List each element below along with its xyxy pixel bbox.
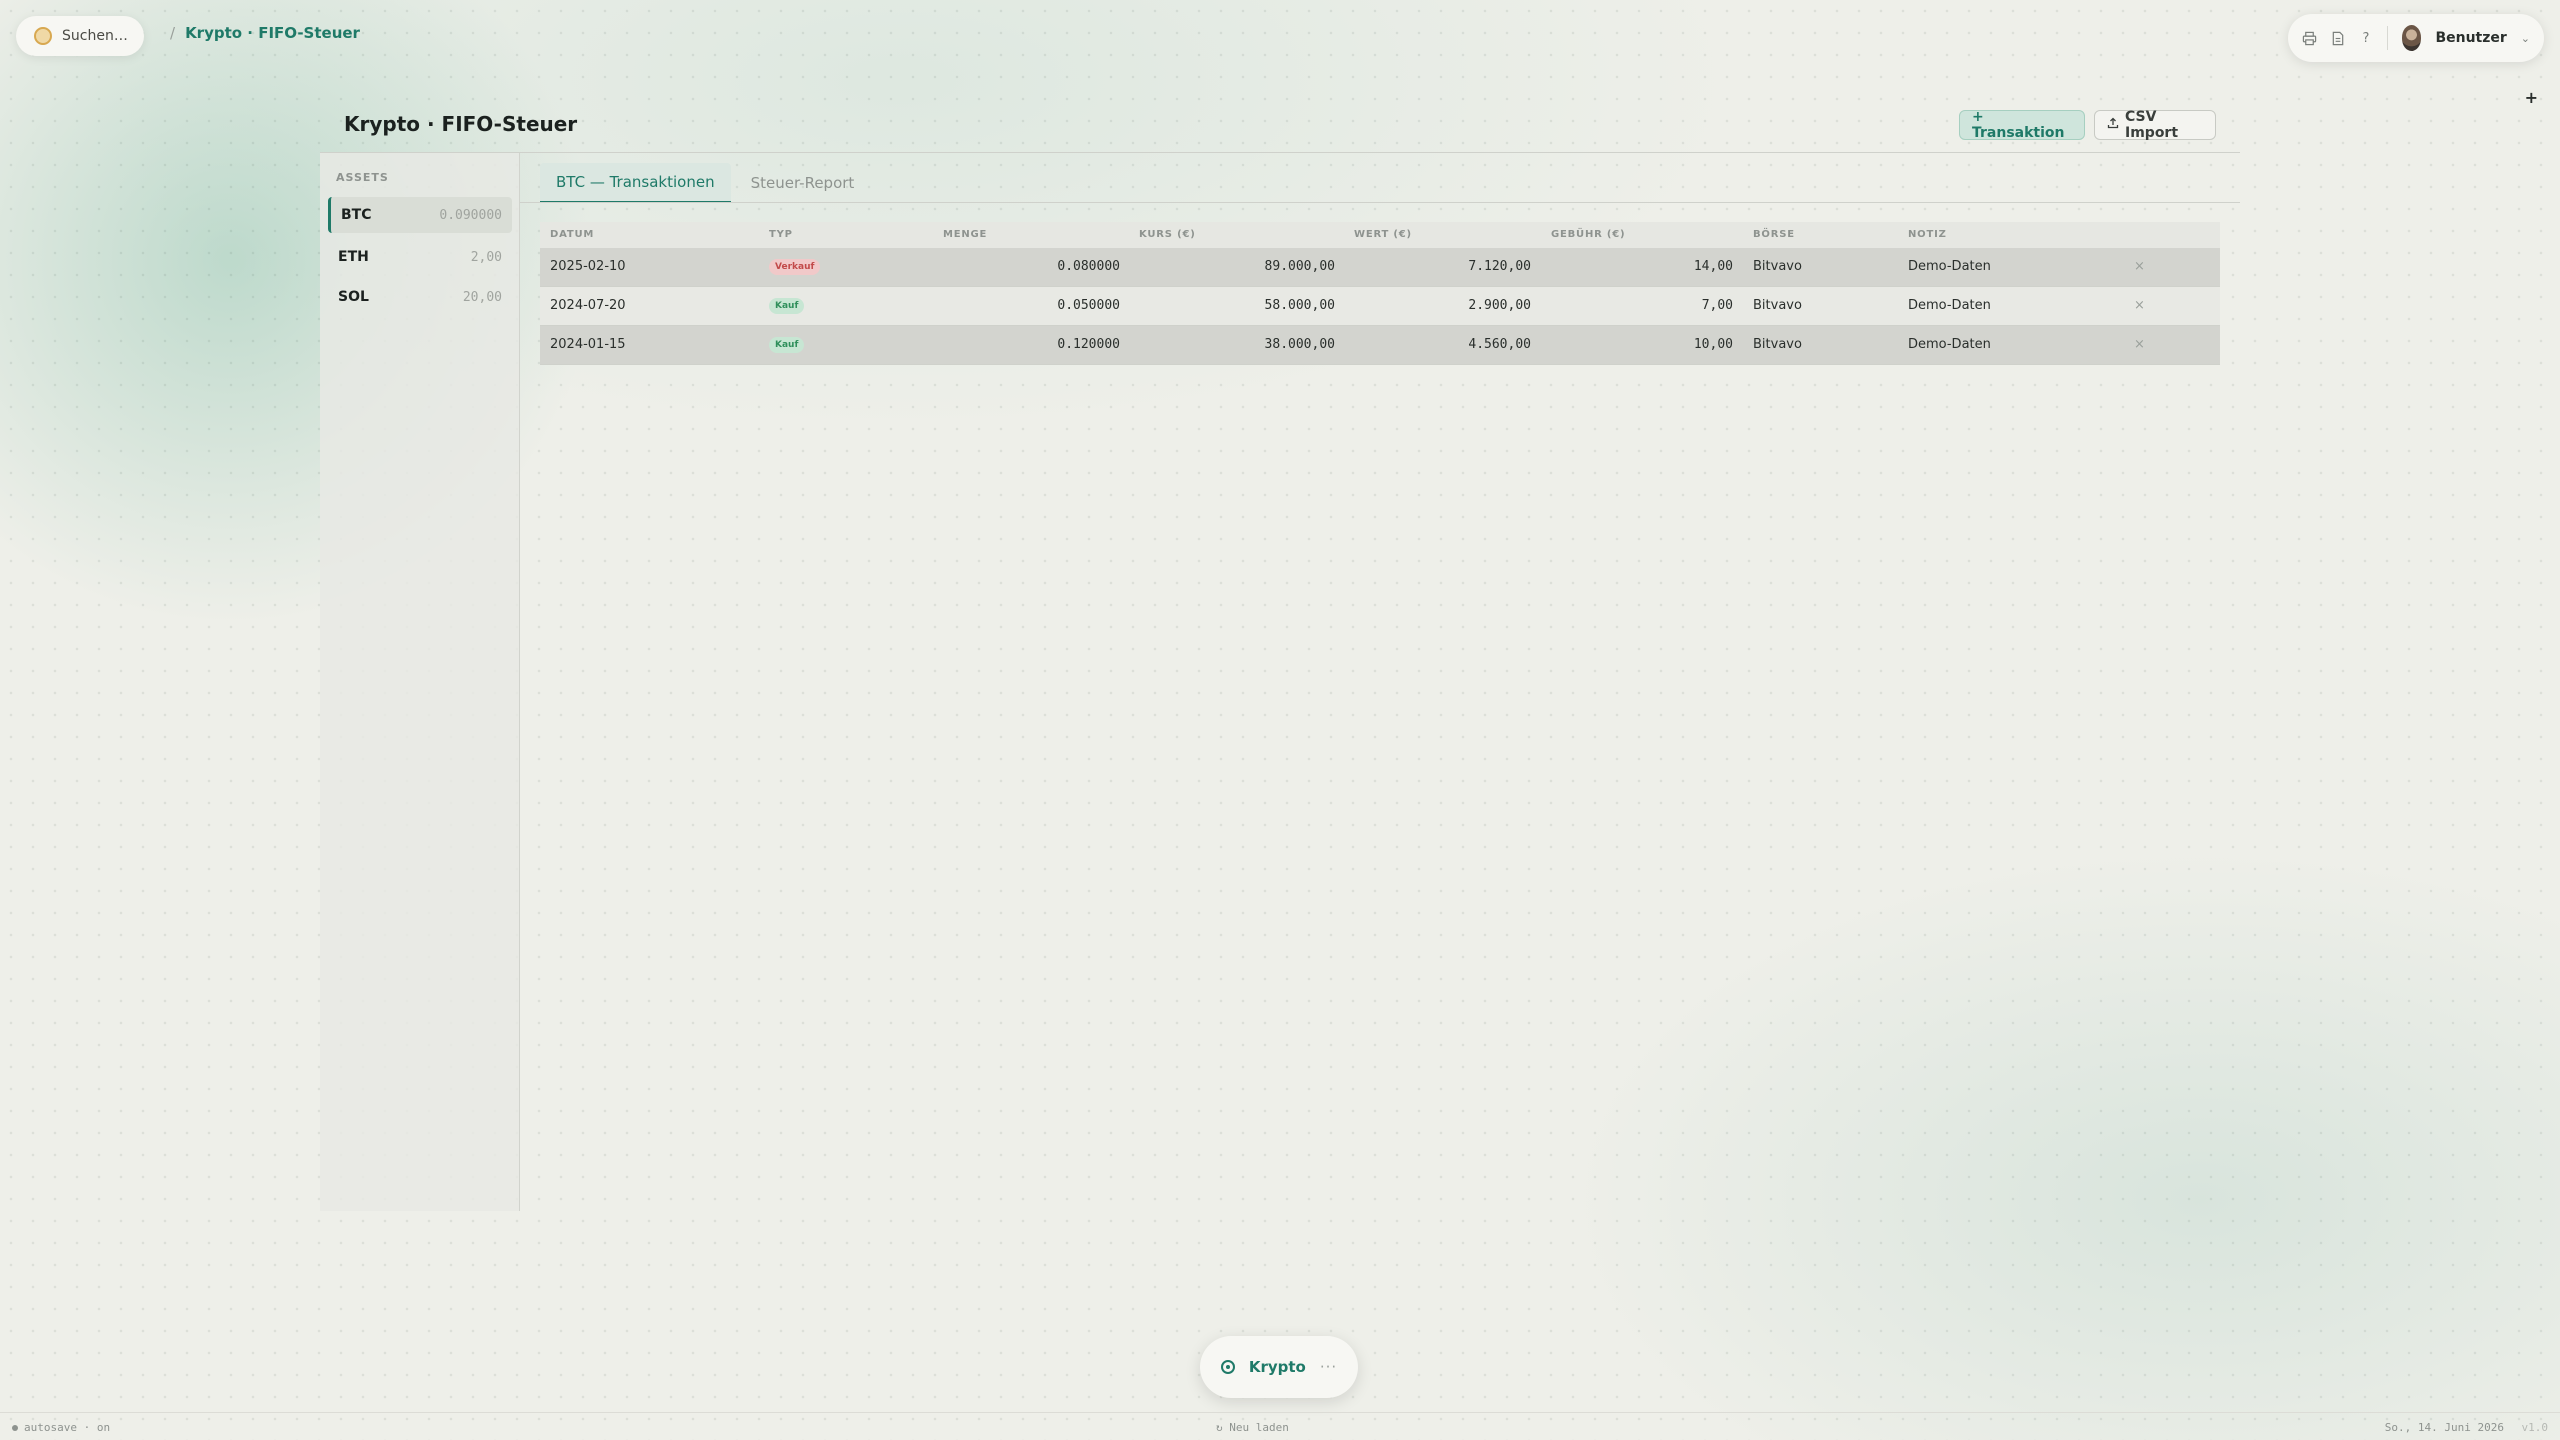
cell-gebuehr: 10,00 — [1693, 337, 1733, 352]
cell-boerse: Bitvavo — [1753, 337, 1802, 352]
csv-import-label: CSV Import — [2125, 109, 2179, 141]
cell-menge: 0.050000 — [1057, 298, 1120, 313]
cell-wert: 4.560,00 — [1468, 337, 1531, 352]
transactions-table: DATUM TYP MENGE KURS (€) WERT (€) GEBÜHR… — [540, 222, 2220, 365]
column-header-notiz: NOTIZ — [1908, 229, 1947, 240]
column-header-menge: MENGE — [943, 229, 988, 240]
csv-import-button[interactable]: CSV Import — [2094, 109, 2216, 141]
page-title: Krypto · FIFO-Steuer — [344, 112, 578, 136]
crypto-app-icon — [1220, 1360, 1235, 1374]
status-date: So., 14. Juni 2026 — [2384, 1421, 2504, 1434]
column-header-typ: TYP — [769, 229, 793, 240]
cell-typ: Verkauf — [769, 248, 821, 286]
toolbar-divider — [2386, 26, 2388, 50]
dock-label[interactable]: Krypto — [1249, 1358, 1306, 1376]
add-transaction-label: + Transaktion — [1972, 109, 2065, 141]
cell-wert: 7.120,00 — [1468, 259, 1531, 274]
status-bar: autosave · on ↻ Neu laden So., 14. Juni … — [0, 1412, 2560, 1440]
cell-notiz: Demo-Daten — [1908, 337, 1991, 352]
search-label: Suchen… — [62, 28, 128, 44]
cell-datum: 2024-07-20 — [550, 298, 626, 313]
table-row[interactable]: 2024-01-15 Kauf 0.120000 38.000,00 4.560… — [540, 326, 2220, 365]
cell-wert: 2.900,00 — [1468, 298, 1531, 313]
table-header: DATUM TYP MENGE KURS (€) WERT (€) GEBÜHR… — [540, 222, 2220, 248]
column-header-wert: WERT (€) — [1354, 229, 1412, 240]
cell-typ: Kauf — [769, 287, 805, 325]
column-header-gebuehr: GEBÜHR (€) — [1551, 229, 1626, 240]
column-header-boerse: BÖRSE — [1753, 229, 1795, 240]
table-row[interactable]: 2025-02-10 Verkauf 0.080000 89.000,00 7.… — [540, 248, 2220, 287]
delete-row-button[interactable]: × — [2134, 326, 2145, 364]
cell-menge: 0.080000 — [1057, 259, 1120, 274]
sidebar-item-btc[interactable]: BTC 0.090000 — [328, 197, 512, 233]
autosave-status: autosave · on — [12, 1421, 110, 1434]
status-dot-icon — [12, 1424, 18, 1431]
asset-amount: 20,00 — [462, 289, 502, 305]
status-version: v1.0 — [2521, 1421, 2549, 1434]
cell-notiz: Demo-Daten — [1908, 259, 1991, 274]
search-button[interactable]: Suchen… — [16, 16, 144, 56]
asset-amount: 0.090000 — [439, 207, 502, 223]
type-badge-sell: Verkauf — [769, 258, 821, 275]
breadcrumb-current[interactable]: Krypto · FIFO-Steuer — [185, 24, 360, 42]
asset-symbol: ETH — [338, 249, 369, 265]
autosave-label: autosave · on — [24, 1421, 111, 1434]
cell-boerse: Bitvavo — [1753, 259, 1802, 274]
table-row[interactable]: 2024-07-20 Kauf 0.050000 58.000,00 2.900… — [540, 287, 2220, 326]
tabs-divider — [520, 202, 2240, 203]
breadcrumb: / Krypto · FIFO-Steuer — [170, 24, 360, 42]
cell-typ: Kauf — [769, 326, 805, 364]
cell-kurs: 38.000,00 — [1264, 337, 1335, 352]
column-header-datum: DATUM — [550, 229, 595, 240]
more-icon[interactable]: ··· — [1320, 1358, 1337, 1376]
cell-boerse: Bitvavo — [1753, 298, 1802, 313]
delete-row-button[interactable]: × — [2134, 248, 2145, 286]
asset-amount: 2,00 — [470, 249, 502, 265]
cell-notiz: Demo-Daten — [1908, 298, 1991, 313]
cell-datum: 2025-02-10 — [550, 259, 626, 274]
cell-datum: 2024-01-15 — [550, 337, 626, 352]
user-name[interactable]: Benutzer — [2435, 30, 2506, 46]
delete-row-button[interactable]: × — [2134, 287, 2145, 325]
top-toolbar: ? Benutzer ⌄ — [2288, 14, 2544, 62]
avatar[interactable] — [2401, 25, 2422, 51]
sidebar-item-eth[interactable]: ETH 2,00 — [328, 239, 512, 275]
search-icon — [34, 27, 52, 45]
type-badge-buy: Kauf — [769, 336, 805, 353]
assets-section-label: ASSETS — [336, 171, 389, 184]
type-badge-buy: Kauf — [769, 297, 805, 314]
chevron-down-icon[interactable]: ⌄ — [2521, 32, 2530, 45]
asset-symbol: BTC — [341, 207, 372, 223]
add-transaction-button[interactable]: + Transaktion — [1959, 109, 2085, 141]
cell-kurs: 89.000,00 — [1264, 259, 1335, 274]
tab-btc-transactions[interactable]: BTC — Transaktionen — [540, 163, 731, 203]
document-icon[interactable] — [2331, 29, 2345, 47]
printer-icon[interactable] — [2302, 29, 2317, 47]
help-icon[interactable]: ? — [2359, 29, 2373, 47]
header-divider — [320, 152, 2240, 153]
breadcrumb-separator: / — [170, 24, 176, 42]
app-dock[interactable]: Krypto ··· — [1200, 1336, 1358, 1398]
tab-bar: BTC — Transaktionen Steuer-Report — [540, 163, 870, 203]
upload-icon — [2107, 117, 2119, 133]
tab-tax-report[interactable]: Steuer-Report — [735, 163, 871, 203]
asset-symbol: SOL — [338, 289, 369, 305]
assets-sidebar: ASSETS BTC 0.090000 ETH 2,00 SOL 20,00 — [320, 153, 520, 1211]
reload-button[interactable]: ↻ Neu laden — [1216, 1421, 1289, 1434]
cell-kurs: 58.000,00 — [1264, 298, 1335, 313]
cell-menge: 0.120000 — [1057, 337, 1120, 352]
cell-gebuehr: 14,00 — [1693, 259, 1733, 274]
add-panel-button[interactable]: + — [2525, 88, 2538, 107]
cell-gebuehr: 7,00 — [1701, 298, 1733, 313]
sidebar-item-sol[interactable]: SOL 20,00 — [328, 279, 512, 315]
column-header-kurs: KURS (€) — [1139, 229, 1196, 240]
